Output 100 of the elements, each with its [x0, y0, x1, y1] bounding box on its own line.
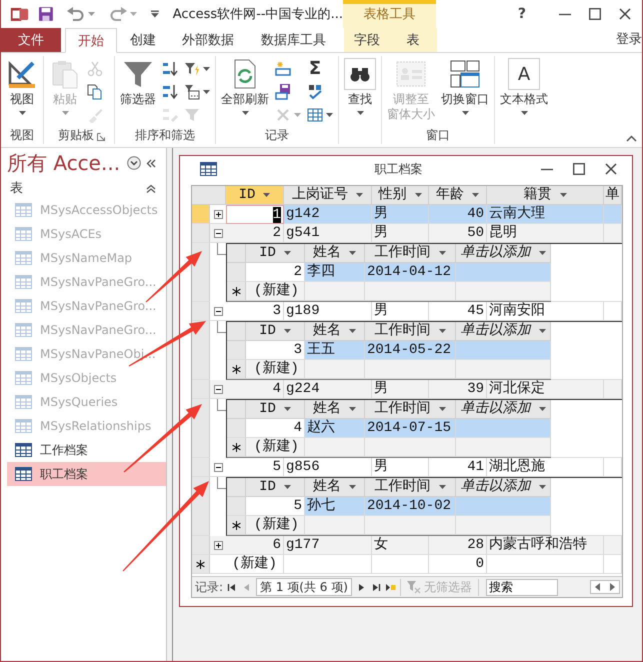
collapse-icon[interactable] — [214, 462, 222, 472]
ribbon-tab[interactable]: 数据库工具 — [247, 28, 340, 52]
collapse-icon[interactable] — [214, 228, 222, 238]
dropdown-arrow-icon[interactable] — [356, 193, 363, 197]
column-header[interactable]: 籍贯 — [487, 186, 604, 205]
ribbon-icon-button[interactable]: Σ — [305, 58, 335, 79]
dropdown-arrow-icon[interactable] — [284, 329, 291, 333]
column-header[interactable]: ID — [246, 244, 305, 263]
column-header[interactable]: ID — [246, 478, 305, 497]
expand-icon[interactable] — [214, 540, 222, 550]
help-button[interactable]: ? — [518, 6, 526, 22]
column-header[interactable]: 工作时间 — [365, 400, 456, 419]
pane-splitter[interactable] — [166, 148, 173, 661]
navigation-item[interactable]: 职工档案 — [7, 462, 166, 486]
table-cell — [604, 224, 622, 243]
horizontal-scrollbar[interactable] — [590, 580, 620, 594]
column-header[interactable]: 姓名 — [305, 322, 365, 341]
dialog-launcher-icon[interactable] — [97, 133, 105, 141]
close-button[interactable] — [604, 162, 618, 176]
maximize-button[interactable] — [572, 162, 586, 176]
dropdown-arrow-icon[interactable] — [560, 193, 566, 197]
new-record-icon — [275, 60, 291, 76]
column-header[interactable]: 工作时间 — [365, 322, 456, 341]
column-header[interactable]: 上岗证号 — [284, 186, 372, 205]
sort-descending-icon — [162, 84, 178, 100]
close-button[interactable] — [618, 7, 632, 21]
ribbon-button[interactable]: 查找 — [342, 56, 378, 115]
dropdown-arrow-icon[interactable] — [438, 251, 446, 255]
dropdown-arrow-icon[interactable] — [438, 407, 446, 411]
dropdown-arrow-icon[interactable] — [538, 407, 546, 411]
search-field[interactable]: 搜索 — [486, 578, 558, 596]
delete-icon — [275, 106, 291, 122]
dropdown-circle-icon[interactable] — [127, 156, 142, 170]
dropdown-arrow-icon[interactable] — [349, 251, 356, 255]
column-header[interactable]: ID — [226, 186, 284, 205]
column-header[interactable]: 工作时间 — [365, 244, 456, 263]
scroll-right-icon[interactable] — [609, 583, 615, 591]
ribbon-tab[interactable]: 外部数据 — [169, 28, 247, 52]
dropdown-arrow-icon[interactable] — [284, 251, 291, 255]
ribbon-button[interactable]: A 文本格式 — [498, 56, 550, 115]
column-header[interactable]: 单击以添加 — [456, 400, 551, 419]
column-header[interactable]: 单击以添加 — [456, 478, 551, 497]
column-header[interactable]: 工作时间 — [365, 478, 456, 497]
undo-button[interactable] — [66, 7, 95, 21]
dropdown-arrow-icon[interactable] — [349, 407, 356, 411]
dropdown-arrow-icon[interactable] — [438, 485, 446, 489]
dropdown-arrow-icon[interactable] — [349, 329, 356, 333]
column-header[interactable]: 姓名 — [305, 244, 365, 263]
dropdown-arrow-icon[interactable] — [263, 193, 270, 197]
column-header[interactable]: 单击以添加 — [456, 244, 551, 263]
column-header[interactable]: 性别 — [372, 186, 429, 205]
ribbon-button[interactable]: 全部刷新 — [219, 56, 271, 115]
scroll-left-icon[interactable] — [595, 583, 601, 591]
row-selector[interactable] — [192, 399, 210, 458]
spelling-check-icon — [307, 84, 323, 100]
ribbon-tab[interactable]: 开始 — [65, 28, 117, 53]
expand-icon[interactable] — [214, 210, 222, 218]
column-header[interactable]: 单击以添加 — [456, 322, 551, 341]
context-tab-group-label: 表格工具 — [343, 0, 436, 28]
dropdown-arrow-icon[interactable] — [438, 329, 446, 333]
collapse-icon[interactable] — [214, 306, 222, 316]
collapse-section-icon[interactable] — [146, 184, 156, 192]
maximize-button[interactable] — [588, 7, 602, 21]
column-header[interactable]: 姓名 — [305, 478, 365, 497]
column-header[interactable]: 单 — [604, 186, 622, 205]
row-selector[interactable] — [192, 321, 210, 380]
column-header[interactable]: 年龄 — [429, 186, 487, 205]
column-header[interactable]: 姓名 — [305, 400, 365, 419]
dropdown-arrow-icon[interactable] — [284, 485, 291, 489]
collapse-pane-icon[interactable] — [146, 158, 156, 168]
collapse-ribbon-icon[interactable] — [626, 135, 637, 142]
ribbon-tab[interactable]: 字段 — [344, 28, 390, 52]
navigation-pane-title[interactable]: 所有 Acce... — [7, 150, 120, 176]
dropdown-arrow-icon[interactable] — [538, 485, 546, 489]
record-position-field[interactable]: 第 1 项(共 6 项) — [256, 578, 352, 596]
dropdown-arrow-icon[interactable] — [472, 193, 479, 197]
customize-menu-icon[interactable] — [150, 10, 159, 18]
sign-in-link[interactable]: 登录 — [616, 28, 642, 50]
dropdown-arrow-icon[interactable] — [538, 329, 546, 333]
table-cell — [604, 380, 622, 399]
dropdown-arrow-icon[interactable] — [349, 485, 356, 489]
redo-button[interactable] — [108, 7, 137, 21]
column-header[interactable]: ID — [246, 400, 305, 419]
section-header[interactable]: 表 — [10, 179, 23, 197]
dropdown-arrow-icon[interactable] — [284, 407, 291, 411]
row-selector[interactable] — [192, 243, 210, 302]
ribbon-button[interactable]: 筛选器 — [118, 56, 158, 107]
ribbon-button[interactable]: 视图 — [4, 56, 40, 115]
caret-icon — [18, 111, 26, 115]
file-menu-tab[interactable]: 文件 — [1, 28, 61, 52]
collapse-icon[interactable] — [214, 384, 222, 394]
save-icon[interactable] — [39, 6, 53, 22]
column-header[interactable]: ID — [246, 322, 305, 341]
dropdown-arrow-icon[interactable] — [538, 251, 546, 255]
ribbon-button[interactable]: 切换窗口 — [439, 56, 491, 115]
ribbon-tab[interactable]: 创建 — [117, 28, 169, 52]
ribbon-tab[interactable]: 表 — [390, 28, 436, 52]
navigation-item[interactable]: 工作档案 — [7, 438, 166, 462]
table-cell: (新建) — [246, 282, 305, 301]
dropdown-arrow-icon[interactable] — [414, 193, 422, 197]
